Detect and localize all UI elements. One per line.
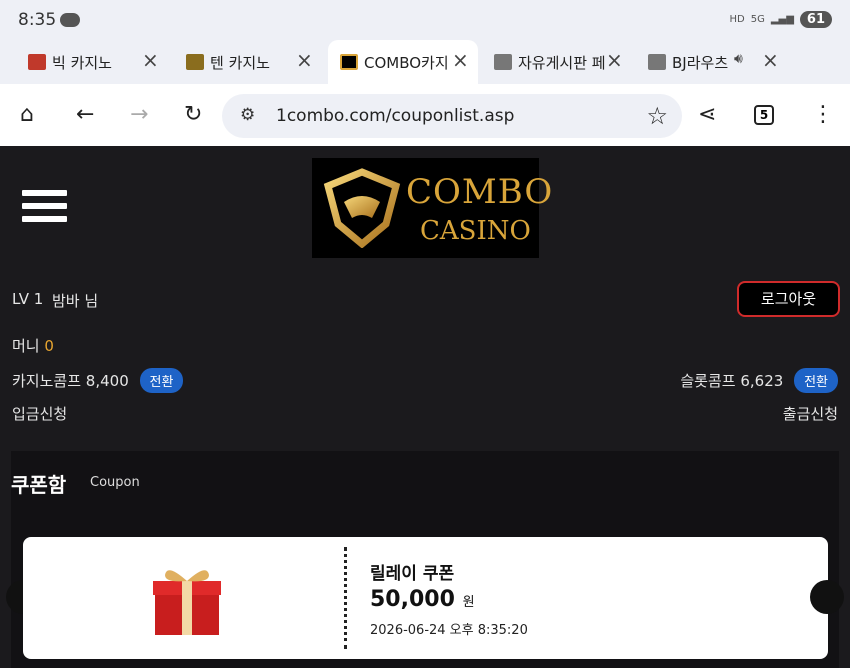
bookmark-star-icon[interactable]: ☆ xyxy=(646,102,668,130)
coupon-subtitle: Coupon xyxy=(90,475,140,490)
money-label: 머니 xyxy=(12,337,40,355)
deposit-link[interactable]: 입금신청 xyxy=(12,403,67,424)
coupon-amount-value: 50,000 xyxy=(370,587,455,612)
slot-comp-convert-button[interactable]: 전환 xyxy=(794,368,838,393)
tab-title: COMBO카지 xyxy=(364,53,449,72)
logout-button[interactable]: 로그아웃 xyxy=(737,281,840,317)
close-icon[interactable]: × xyxy=(452,48,469,72)
combo-casino-logo[interactable]: COMBO CASINO xyxy=(312,158,552,258)
tab-strip: 빅 카지노 × 텐 카지노 × COMBO카지 × 자유게시판 페 × BJ라우… xyxy=(0,40,850,114)
back-icon[interactable]: ← xyxy=(76,102,94,127)
coupon-name: 릴레이 쿠폰 xyxy=(370,564,455,584)
slot-comp-value: 6,623 xyxy=(740,372,784,390)
user-level: LV 1 xyxy=(12,290,44,308)
tab-combo-casino[interactable]: COMBO카지 × xyxy=(328,40,478,84)
url-text[interactable]: 1combo.com/couponlist.asp xyxy=(276,106,514,126)
status-bar: 8:35 HD 5G ▂▄▆ 61 xyxy=(0,0,850,40)
coupon-title: 쿠폰함 xyxy=(11,473,67,497)
menu-dots-icon[interactable]: ⋮ xyxy=(812,102,834,127)
tab-big-casino[interactable]: 빅 카지노 × xyxy=(28,40,168,84)
tab-free-board[interactable]: 자유게시판 페 × xyxy=(494,40,634,84)
coupon-date: 2026-06-24 오후 8:35:20 xyxy=(370,623,528,638)
coupon-amount: 50,000 원 xyxy=(370,587,475,612)
forward-icon[interactable]: → xyxy=(130,102,148,127)
favicon-icon xyxy=(648,54,666,70)
casino-comp-value: 8,400 xyxy=(85,372,129,390)
coupon-amount-unit: 원 xyxy=(462,595,475,610)
battery-icon: 61 xyxy=(799,11,832,28)
money-row: 머니 0 xyxy=(12,335,54,356)
user-nickname: 밤바 님 xyxy=(52,292,99,310)
toolbar: ⌂ ← → ↻ ⚙ 1combo.com/couponlist.asp ☆ ⋖ … xyxy=(0,84,850,146)
share-icon[interactable]: ⋖ xyxy=(698,102,716,127)
home-icon[interactable]: ⌂ xyxy=(20,102,34,127)
hd-icon: HD xyxy=(729,14,745,25)
favicon-icon xyxy=(186,54,204,70)
tab-title: 자유게시판 페 xyxy=(518,53,606,72)
tab-title: 빅 카지노 xyxy=(52,53,112,72)
favicon-icon xyxy=(494,54,512,70)
logo-text-combo: COMBO xyxy=(406,172,554,212)
status-time: 8:35 xyxy=(18,10,57,30)
coupon-card[interactable]: 릴레이 쿠폰 50,000 원 2026-06-24 오후 8:35:20 xyxy=(23,537,828,659)
logo-text-casino: CASINO xyxy=(420,216,531,246)
casino-comp-label: 카지노콤프 xyxy=(12,372,82,390)
hamburger-menu-icon[interactable] xyxy=(22,190,67,229)
network-icon: 5G xyxy=(750,14,765,25)
tab-count-button[interactable]: 5 xyxy=(754,105,774,125)
close-icon[interactable]: × xyxy=(606,48,623,72)
reload-icon[interactable]: ↻ xyxy=(184,102,202,127)
status-icons: HD 5G ▂▄▆ 61 xyxy=(729,11,832,28)
next-arrow-button[interactable] xyxy=(810,580,844,614)
casino-comp-convert-button[interactable]: 전환 xyxy=(139,368,184,393)
shield-logo-icon xyxy=(323,168,401,248)
casino-comp-row: 카지노콤프 8,400 전환 xyxy=(12,368,184,393)
close-icon[interactable]: × xyxy=(142,48,159,72)
favicon-icon xyxy=(28,54,46,70)
address-bar[interactable]: ⚙ 1combo.com/couponlist.asp ☆ xyxy=(222,94,682,138)
slot-comp-row: 슬롯콤프 6,623 전환 xyxy=(680,368,838,393)
cloud-icon xyxy=(60,13,80,27)
site-settings-icon[interactable]: ⚙ xyxy=(240,105,255,125)
close-icon[interactable]: × xyxy=(762,48,779,72)
tab-ten-casino[interactable]: 텐 카지노 × xyxy=(186,40,326,84)
signal-icon: ▂▄▆ xyxy=(770,14,794,25)
gift-box-icon xyxy=(153,570,221,635)
tab-title: BJ라우츠 xyxy=(672,53,729,72)
speaker-icon: 🔊︎ xyxy=(734,51,743,67)
tab-title: 텐 카지노 xyxy=(210,53,270,72)
close-icon[interactable]: × xyxy=(296,48,313,72)
card-divider xyxy=(344,547,347,649)
money-value: 0 xyxy=(44,337,54,355)
favicon-icon xyxy=(340,54,358,70)
slot-comp-label: 슬롯콤프 xyxy=(680,372,736,390)
tab-bj-lounge[interactable]: BJ라우츠 🔊︎ × xyxy=(648,40,788,84)
withdraw-link[interactable]: 출금신청 xyxy=(783,403,838,424)
